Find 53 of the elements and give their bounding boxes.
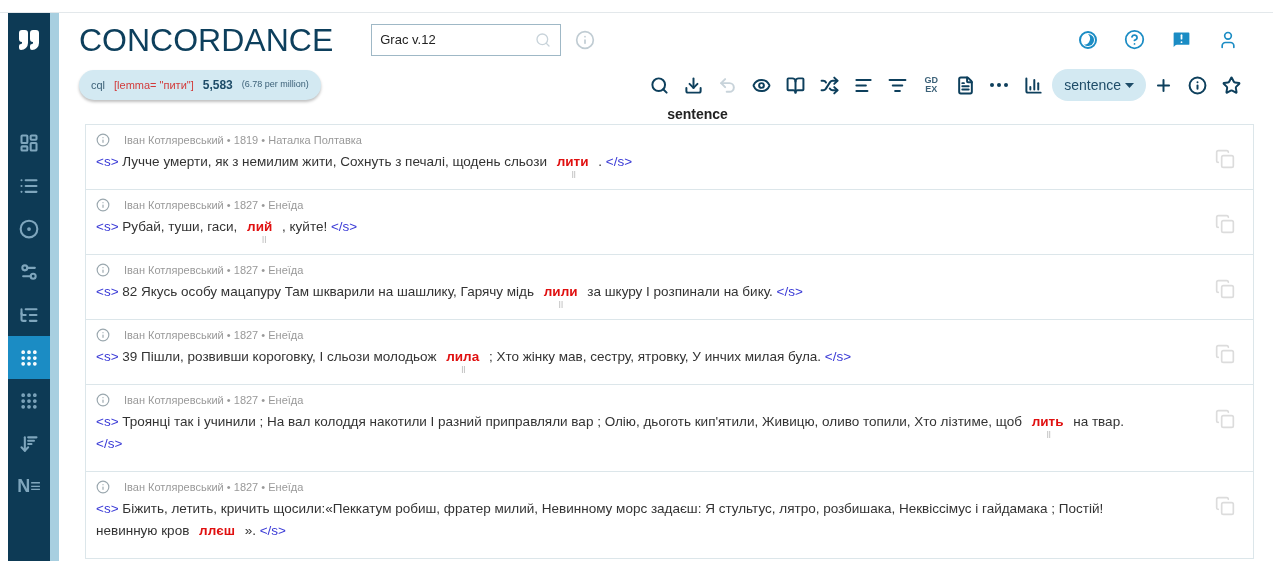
info-icon [1187, 75, 1207, 95]
dots-icon [990, 83, 1009, 87]
corpus-field[interactable]: Grac v.12 [371, 23, 562, 56]
source-meta: Іван Котляревський • 1827 • Енеїда [124, 262, 304, 278]
hit-marker: || [571, 170, 576, 178]
target-icon [19, 218, 39, 239]
info-icon[interactable] [96, 480, 110, 494]
hit-marker: || [558, 300, 563, 308]
caret-icon [1125, 82, 1134, 88]
dotted-grid-icon [19, 390, 39, 411]
column-heading: sentence [667, 104, 728, 124]
view-dropdown[interactable]: sentence [1052, 69, 1146, 101]
dotted-list-icon [19, 347, 39, 368]
sidebar-item[interactable]: N≡ [8, 465, 50, 508]
sidebar-item[interactable] [8, 336, 50, 379]
source-meta: Іван Котляревський • 1827 • Енеїда [124, 327, 304, 343]
dashboard-icon [19, 132, 39, 153]
info-icon[interactable] [96, 393, 110, 407]
frequency-text: (6.78 per million) [241, 78, 309, 92]
hit-marker: || [262, 235, 267, 243]
download-icon [683, 75, 703, 95]
theme-icon[interactable] [1078, 29, 1098, 50]
sentence-text: <s> Біжить, летить, кричить щосили:«Пеккатум робиш, фратер милий, Невинному морс задаєш: Я стультус, лятро, розбишака, Неквіссімус і гайдамака ; Постій! невинную кров ллєш ». </s> [96, 500, 1105, 540]
logo-icon [17, 27, 41, 52]
book-icon [785, 75, 805, 95]
sentence-text: <s> Троянці так і учинили ; На вал колоддя накотили І разний приправляли вар ; Олію, дьоготь кип'ятили, Живицю, оливо топили, Хто лізтиме, щоб лить || на твар. </s> [96, 413, 1125, 453]
hit-marker: || [1046, 430, 1051, 438]
source-meta: Іван Котляревський • 1827 • Енеїда [124, 479, 304, 495]
circles-icon [19, 261, 39, 282]
info-icon[interactable] [96, 328, 110, 342]
undo-icon [717, 75, 737, 95]
query-language: cql [91, 77, 106, 93]
search-icon [535, 31, 552, 48]
help-icon[interactable] [1124, 29, 1145, 50]
feedback-icon[interactable] [1171, 29, 1192, 50]
document-icon [955, 75, 975, 95]
query-expression: [lemma= "пити"] [114, 77, 194, 93]
page-title: CONCORDANCE [79, 23, 334, 56]
info-icon[interactable] [96, 198, 110, 212]
source-meta: Іван Котляревський • 1819 • Наталка Полтавка [124, 132, 362, 148]
info-icon[interactable] [96, 263, 110, 277]
info-icon[interactable] [96, 133, 110, 147]
chart-icon [1023, 75, 1043, 95]
star-icon [1221, 75, 1241, 95]
source-meta: Іван Котляревський • 1827 • Енеїда [124, 392, 304, 408]
hit-count: 5,583 [202, 77, 233, 94]
zoom-icon [649, 75, 669, 95]
hit-marker: || [461, 365, 466, 373]
shuffle-icon [819, 75, 839, 95]
source-meta: Іван Котляревський • 1827 • Енеїда [124, 197, 304, 213]
gdex-button[interactable]: GD EX [914, 70, 949, 100]
user-icon[interactable] [1218, 29, 1238, 50]
sort-icon [19, 433, 39, 454]
